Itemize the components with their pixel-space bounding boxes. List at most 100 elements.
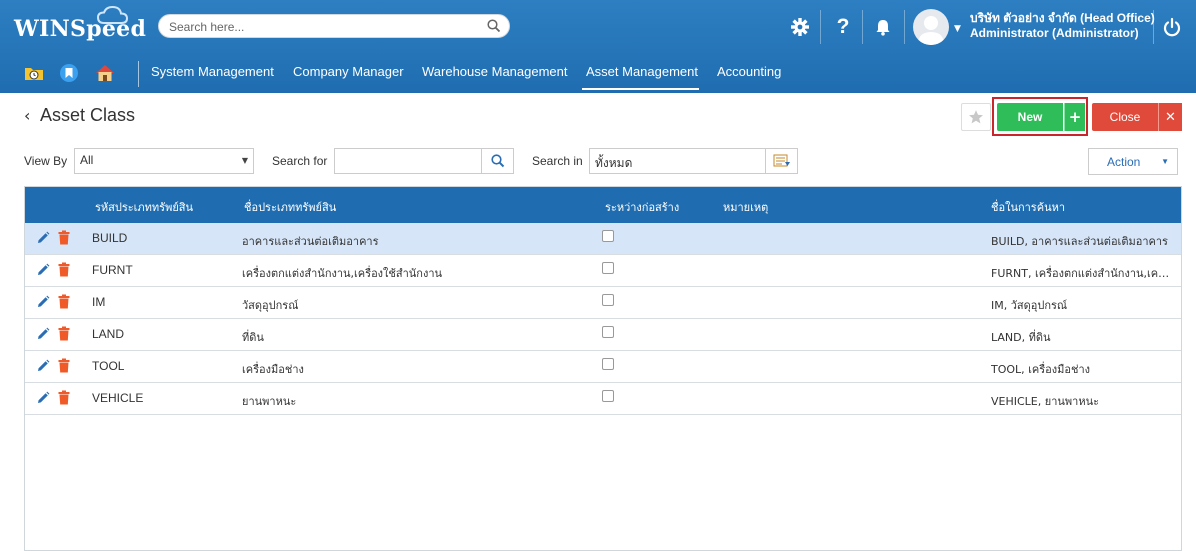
chevron-down-icon[interactable]: ▼ — [954, 24, 961, 34]
cloud-logo-icon — [96, 5, 129, 24]
power-icon[interactable] — [1159, 14, 1185, 40]
header-divider — [1153, 10, 1154, 44]
cell-code: VEHICLE — [92, 391, 144, 405]
folder-clock-icon[interactable] — [23, 62, 45, 84]
star-icon — [969, 110, 983, 124]
search-icon — [490, 154, 504, 168]
search-in-picker-button[interactable] — [765, 148, 798, 174]
construction-checkbox[interactable] — [602, 294, 614, 306]
cell-search-name: VEHICLE, ยานพาหนะ — [991, 395, 1099, 408]
asset-class-table: รหัสประเภททรัพย์สิน ชื่อประเภททรัพย์สิน … — [24, 186, 1182, 551]
company-name: บริษัท ตัวอย่าง จำกัด (Head Office) — [970, 11, 1155, 25]
trash-delete-icon[interactable] — [58, 326, 70, 341]
cell-code: LAND — [92, 327, 125, 341]
cell-search-name: FURNT, เครื่องตกแต่งสำนักงาน,เครื่องใช้ส… — [991, 267, 1173, 280]
cell-name: เครื่องตกแต่งสำนักงาน,เครื่องใช้สำนักงาน — [242, 267, 443, 280]
search-for-label: Search for — [272, 154, 328, 168]
home-icon[interactable] — [94, 62, 116, 84]
trash-delete-icon[interactable] — [58, 230, 70, 245]
nav-divider — [138, 61, 139, 87]
search-button[interactable] — [481, 148, 514, 174]
column-header-construction[interactable]: ระหว่างก่อสร้าง — [605, 198, 679, 216]
cell-code: BUILD — [92, 231, 128, 245]
trash-delete-icon[interactable] — [58, 390, 70, 405]
trash-delete-icon[interactable] — [58, 358, 70, 373]
pencil-edit-icon[interactable] — [36, 327, 50, 341]
cell-code: TOOL — [92, 359, 125, 373]
global-search[interactable] — [158, 14, 510, 38]
top-header: WINSpeed ? — [0, 0, 1196, 93]
bell-icon[interactable] — [870, 14, 896, 40]
construction-checkbox[interactable] — [602, 230, 614, 242]
nav-asset-management[interactable]: Asset Management — [586, 64, 698, 79]
help-question-icon[interactable]: ? — [830, 14, 856, 40]
new-button[interactable]: New — [997, 103, 1063, 131]
column-header-name[interactable]: ชื่อประเภททรัพย์สิน — [244, 198, 336, 216]
search-in-label: Search in — [532, 154, 583, 168]
trash-delete-icon[interactable] — [58, 294, 70, 309]
cell-search-name: BUILD, อาคารและส่วนต่อเติมอาคาร — [991, 235, 1168, 248]
table-row[interactable]: BUILD อาคารและส่วนต่อเติมอาคาร BUILD, อาคา… — [25, 223, 1181, 255]
table-row[interactable]: IM วัสดุอุปกรณ์ IM, วัสดุอุปกรณ์ — [25, 287, 1181, 319]
pencil-edit-icon[interactable] — [36, 263, 50, 277]
column-header-search-name[interactable]: ชื่อในการค้นหา — [991, 198, 1065, 216]
favorite-button[interactable] — [961, 103, 991, 131]
cell-search-name: IM, วัสดุอุปกรณ์ — [991, 299, 1068, 312]
cell-name: วัสดุอุปกรณ์ — [242, 299, 299, 312]
active-nav-indicator — [582, 88, 699, 90]
table-header: รหัสประเภททรัพย์สิน ชื่อประเภททรัพย์สิน … — [25, 187, 1181, 223]
cell-search-name: LAND, ที่ดิน — [991, 331, 1051, 344]
construction-checkbox[interactable] — [602, 358, 614, 370]
cell-name: อาคารและส่วนต่อเติมอาคาร — [242, 235, 379, 248]
header-divider — [820, 10, 821, 44]
construction-checkbox[interactable] — [602, 262, 614, 274]
search-for-input[interactable] — [334, 148, 482, 174]
cell-name: ที่ดิน — [242, 331, 264, 344]
pencil-edit-icon[interactable] — [36, 391, 50, 405]
global-search-input[interactable] — [169, 18, 479, 36]
bookmark-badge-icon[interactable] — [58, 62, 80, 84]
column-header-code[interactable]: รหัสประเภททรัพย์สิน — [95, 198, 193, 216]
close-button[interactable]: Close — [1092, 103, 1158, 131]
user-info[interactable]: บริษัท ตัวอย่าง จำกัด (Head Office) Admi… — [970, 11, 1155, 41]
table-row[interactable]: LAND ที่ดิน LAND, ที่ดิน — [25, 319, 1181, 351]
view-by-value: All — [80, 153, 94, 167]
cell-code: FURNT — [92, 263, 133, 277]
header-divider — [904, 10, 905, 44]
table-row[interactable]: VEHICLE ยานพาหนะ VEHICLE, ยานพาหนะ — [25, 383, 1181, 415]
table-row[interactable]: FURNT เครื่องตกแต่งสำนักงาน,เครื่องใช้สำน… — [25, 255, 1181, 287]
cell-search-name: TOOL, เครื่องมือช่าง — [991, 363, 1091, 376]
header-divider — [862, 10, 863, 44]
view-by-label: View By — [24, 154, 68, 168]
user-name: Administrator (Administrator) — [970, 26, 1139, 40]
nav-warehouse-management[interactable]: Warehouse Management — [422, 64, 568, 79]
caret-down-icon: ▼ — [1161, 157, 1169, 166]
cell-code: IM — [92, 295, 106, 309]
table-row[interactable]: TOOL เครื่องมือช่าง TOOL, เครื่องมือช่าง — [25, 351, 1181, 383]
page-title: Asset Class — [40, 105, 136, 125]
pencil-edit-icon[interactable] — [36, 231, 50, 245]
avatar[interactable] — [913, 9, 949, 45]
search-in-field[interactable]: ทั้งหมด — [589, 148, 766, 174]
search-icon[interactable] — [487, 19, 501, 33]
back-chevron-icon[interactable]: ‹ — [24, 106, 30, 125]
pencil-edit-icon[interactable] — [36, 295, 50, 309]
list-picker-icon — [773, 154, 790, 167]
new-plus-icon[interactable]: + — [1064, 103, 1085, 131]
view-by-select[interactable]: All ▼ — [74, 148, 254, 174]
column-header-note[interactable]: หมายเหตุ — [723, 198, 768, 216]
nav-company-manager[interactable]: Company Manager — [293, 64, 404, 79]
pencil-edit-icon[interactable] — [36, 359, 50, 373]
nav-system-management[interactable]: System Management — [151, 64, 274, 79]
construction-checkbox[interactable] — [602, 390, 614, 402]
search-in-value: ทั้งหมด — [595, 156, 633, 170]
trash-delete-icon[interactable] — [58, 262, 70, 277]
action-dropdown[interactable]: Action ▼ — [1088, 148, 1178, 175]
close-x-icon[interactable]: ✕ — [1158, 103, 1182, 131]
cell-name: ยานพาหนะ — [242, 395, 297, 408]
construction-checkbox[interactable] — [602, 326, 614, 338]
nav-accounting[interactable]: Accounting — [717, 64, 781, 79]
action-label: Action — [1107, 155, 1141, 169]
cell-name: เครื่องมือช่าง — [242, 363, 304, 376]
settings-gear-icon[interactable] — [787, 14, 813, 40]
